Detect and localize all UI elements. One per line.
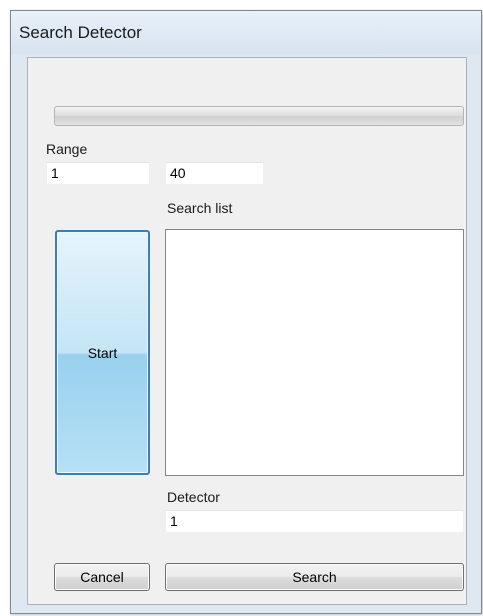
start-button[interactable]: Start <box>55 230 150 475</box>
detector-input[interactable]: 1 <box>165 510 464 533</box>
dialog-client-area: Range 1 40 Search list Start Detector 1 … <box>27 57 467 605</box>
cancel-button[interactable]: Cancel <box>54 563 150 591</box>
cancel-button-label: Cancel <box>80 569 124 585</box>
window-title: Search Detector <box>19 23 142 42</box>
range-label: Range <box>46 141 88 157</box>
range-from-input[interactable]: 1 <box>46 162 150 185</box>
range-to-input[interactable]: 40 <box>165 162 264 185</box>
detector-label: Detector <box>167 489 220 505</box>
progress-bar <box>54 106 464 126</box>
search-list-label: Search list <box>167 200 233 216</box>
search-detector-dialog: Search Detector Range 1 40 Search list S… <box>10 10 482 614</box>
search-button[interactable]: Search <box>165 563 464 591</box>
search-list-box[interactable] <box>165 229 464 476</box>
start-button-label: Start <box>87 344 118 361</box>
title-bar[interactable]: Search Detector <box>11 11 481 54</box>
search-button-label: Search <box>292 569 337 585</box>
